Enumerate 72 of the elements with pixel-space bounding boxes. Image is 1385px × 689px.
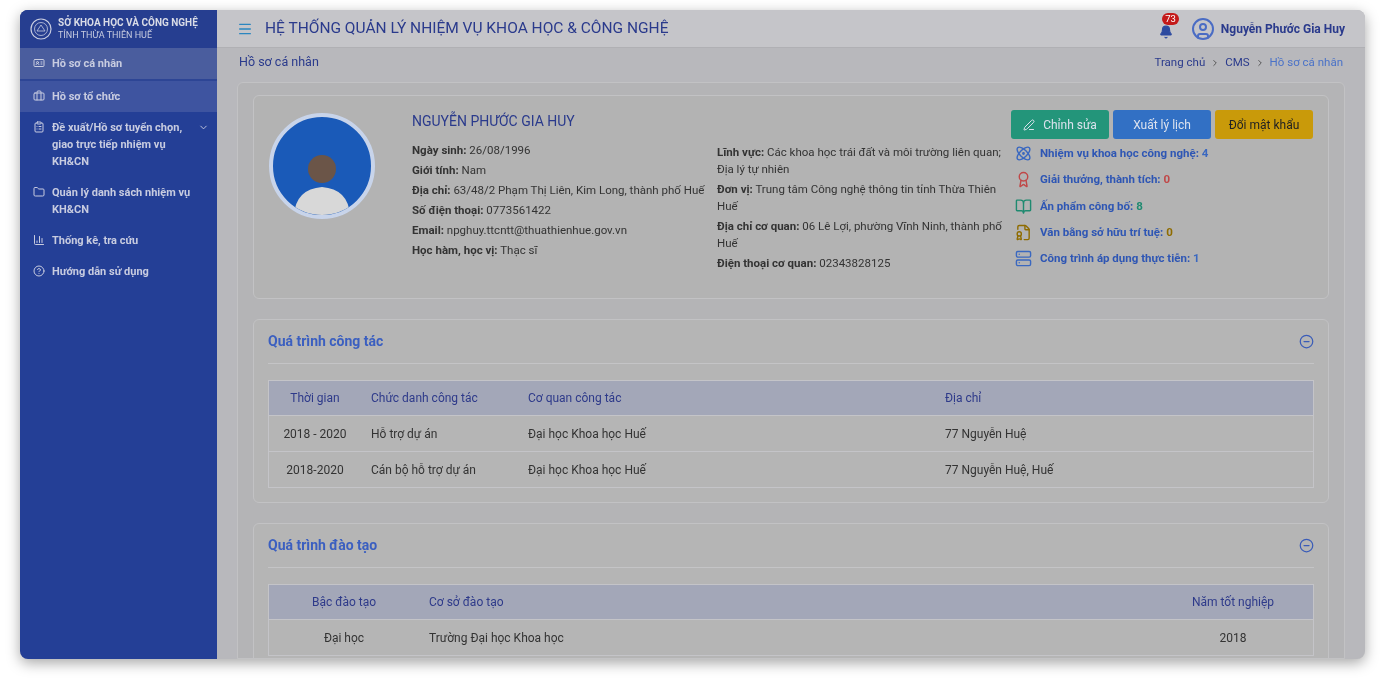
brand-subtitle: TỈNH THỪA THIÊN HUẾ <box>58 29 154 42</box>
breadcrumb-link[interactable]: Trang chủ <box>1154 53 1206 72</box>
profile-name: NGUYỄN PHƯỚC GIA HUY <box>412 111 576 131</box>
column-header: Thời gian <box>289 390 341 407</box>
table-cell-text: Trường Đại học Khoa học <box>428 629 565 647</box>
info-line: Số điện thoại: 0773561422 <box>412 202 552 219</box>
brand-name: SỞ KHOA HỌC VÀ CÔNG NGHỆ <box>58 16 198 29</box>
table-cell-text: Đại học Khoa học Huế <box>527 425 648 443</box>
section-title: Quá trình công tác <box>268 332 384 351</box>
folder-icon <box>33 186 45 198</box>
stat-link[interactable]: Ấn phẩm công bố: 8 <box>1040 197 1143 215</box>
column-header: Cơ quan công tác <box>527 390 623 407</box>
action-button[interactable]: Xuất lý lịch <box>1113 110 1211 139</box>
stat-link[interactable]: Văn bằng sở hữu trí tuệ: 0 <box>1040 223 1173 241</box>
breadcrumb-link[interactable]: CMS <box>1225 53 1250 72</box>
app-title: HỆ THỐNG QUẢN LÝ NHIỆM VỤ KHOA HỌC & CÔNG NGHỆ <box>265 17 670 39</box>
column-header: Cơ sở đào tạo <box>428 594 505 611</box>
bar-chart-icon <box>33 234 45 246</box>
collapse-icon[interactable] <box>1299 538 1314 553</box>
stat-link[interactable]: Giải thưởng, thành tích: 0 <box>1040 171 1171 189</box>
table-cell-text: Đại học <box>322 629 366 647</box>
sidebar-item[interactable]: Quản lý danh sách nhiệm vụ KH&CN <box>20 177 217 225</box>
menu-label: Thống kê, tra cứu <box>52 233 140 249</box>
pen-icon <box>1023 118 1036 131</box>
table-cell-text: 77 Nguyễn Huệ, Huế <box>944 461 1055 479</box>
id-card-icon <box>33 57 45 69</box>
info-line: Địa chỉ: 63/48/2 Phạm Thị Liên, Kim Long, thành phố Huế <box>412 182 706 199</box>
info-line: Ngày sinh: 26/08/1996 <box>412 142 532 159</box>
help-icon <box>33 265 45 277</box>
sidebar-item[interactable]: Thống kê, tra cứu <box>20 225 217 256</box>
sidebar-item[interactable]: Hướng dẫn sử dụng <box>20 256 217 287</box>
sidebar-item[interactable]: Đề xuất/Hồ sơ tuyển chọn, giao trực tiếp nhiệm vụ KH&CN <box>20 112 217 177</box>
clipboard-icon <box>33 121 45 133</box>
info-line: Địa chỉ cơ quan: 06 Lê Lợi, phường Vĩnh Ninh, thành phố Huế <box>717 218 1003 252</box>
table-cell-text: Cán bộ hỗ trợ dự án <box>370 461 477 479</box>
table-cell-text: 2018-2020 <box>285 461 345 479</box>
avatar-icon[interactable] <box>1190 16 1215 41</box>
collapse-icon[interactable] <box>1299 334 1314 349</box>
info-line: Email: npghuy.ttcntt@thuathienhue.gov.vn <box>412 222 629 239</box>
sidebar-item[interactable]: Hồ sơ cá nhân <box>20 48 217 81</box>
menu-label: Hồ sơ cá nhân <box>52 56 124 72</box>
column-header: Bậc đào tạo <box>310 594 378 611</box>
action-button[interactable]: Chỉnh sửa <box>1011 110 1109 139</box>
table-cell-text: 2018 - 2020 <box>282 425 348 443</box>
stat-link[interactable]: Nhiệm vụ khoa học công nghệ: 4 <box>1040 145 1209 163</box>
column-header: Chức danh công tác <box>370 390 479 407</box>
column-header: Năm tốt nghiệp <box>1190 594 1276 611</box>
user-name[interactable]: Nguyễn Phước Gia Huy <box>1220 19 1345 38</box>
info-line: Giới tính: Nam <box>412 162 488 179</box>
menu-label: Hướng dẫn sử dụng <box>52 264 150 280</box>
info-line: Lĩnh vực: Các khoa học trái đất và môi trường liên quan; Địa lý tự nhiên <box>717 144 1002 178</box>
action-button[interactable]: Đổi mật khẩu <box>1215 110 1313 139</box>
menu-label: Quản lý danh sách nhiệm vụ KH&CN <box>52 185 192 218</box>
briefcase-icon <box>33 90 45 102</box>
table-cell-text: 77 Nguyễn Huệ <box>944 425 1028 443</box>
sidebar-item[interactable]: Hồ sơ tổ chức <box>20 81 217 112</box>
menu-label: Đề xuất/Hồ sơ tuyển chọn, giao trực tiếp nhiệm vụ KH&CN <box>52 120 184 170</box>
notification-badge: 73 <box>1162 12 1179 25</box>
table-cell-text: Hỗ trợ dự án <box>370 425 439 443</box>
info-line: Đơn vị: Trung tâm Công nghệ thông tin tỉnh Thừa Thiên Huế <box>717 181 998 215</box>
section-title: Quá trình đào tạo <box>268 536 378 555</box>
page-title: Hồ sơ cá nhân <box>239 53 319 72</box>
column-header: Địa chỉ <box>944 390 983 407</box>
emblem-icon <box>30 18 52 40</box>
info-line: Điện thoại cơ quan: 02343828125 <box>717 255 892 272</box>
table-cell-text: Đại học Khoa học Huế <box>527 461 648 479</box>
info-line: Học hàm, học vị: Thạc sĩ <box>412 242 539 259</box>
notification-icon[interactable] <box>1158 24 1173 39</box>
stat-link[interactable]: Công trình áp dụng thực tiễn: 1 <box>1040 250 1200 268</box>
menu-label: Hồ sơ tổ chức <box>52 89 122 105</box>
breadcrumb-link[interactable]: Hồ sơ cá nhân <box>1269 53 1343 72</box>
table-cell-text: 2018 <box>1218 629 1248 647</box>
